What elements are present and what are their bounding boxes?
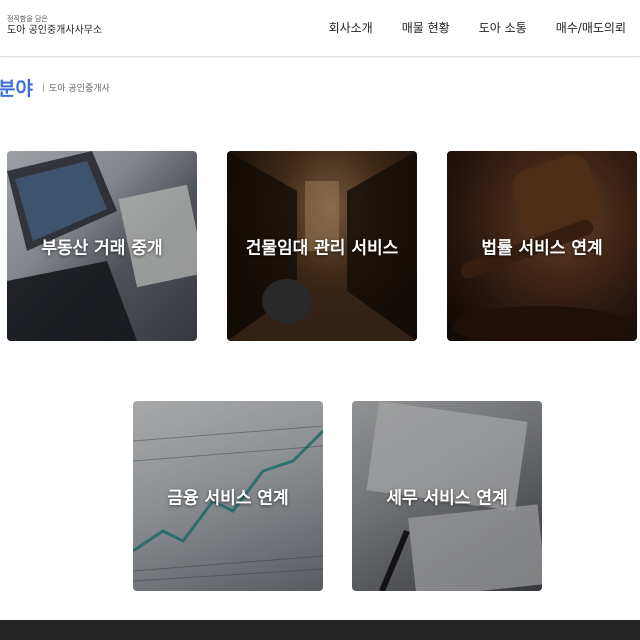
card-label: 금융 서비스 연계	[167, 488, 289, 509]
section-title: 분야	[0, 78, 33, 100]
service-card-finance[interactable]: 금융 서비스 연계	[133, 401, 323, 591]
main-nav: 회사소개 매물 현황 도아 소통 매수/매도의뢰	[300, 20, 626, 36]
section-heading: 분야 | 도아 공인중개사	[0, 74, 110, 101]
card-label: 세무 서비스 연계	[386, 488, 508, 509]
section-subtitle: 도아 공인중개사	[49, 84, 110, 94]
card-label: 법률 서비스 연계	[481, 238, 603, 259]
service-card-tax[interactable]: 세무 서비스 연계	[352, 401, 542, 591]
service-card-legal[interactable]: 법률 서비스 연계	[447, 151, 637, 341]
nav-item-listings[interactable]: 매물 현황	[402, 20, 450, 36]
logo-tagline: 정직함을 담은	[7, 15, 48, 23]
title-separator: |	[41, 82, 46, 93]
nav-item-community[interactable]: 도아 소통	[479, 20, 527, 36]
nav-item-request[interactable]: 매수/매도의뢰	[556, 20, 626, 36]
site-footer	[0, 620, 640, 640]
site-logo[interactable]: 정직함을 담은 도아 공인중개사사무소	[7, 15, 102, 37]
card-label: 건물임대 관리 서비스	[245, 238, 399, 259]
logo-name: 도아 공인중개사사무소	[7, 25, 103, 36]
card-label: 부동산 거래 중개	[41, 238, 163, 259]
nav-item-about[interactable]: 회사소개	[329, 20, 373, 36]
service-card-brokerage[interactable]: 부동산 거래 중개	[7, 151, 197, 341]
site-header: 정직함을 담은 도아 공인중개사사무소 회사소개 매물 현황 도아 소통 매수/…	[0, 0, 640, 57]
service-card-building-management[interactable]: 건물임대 관리 서비스	[227, 151, 417, 341]
